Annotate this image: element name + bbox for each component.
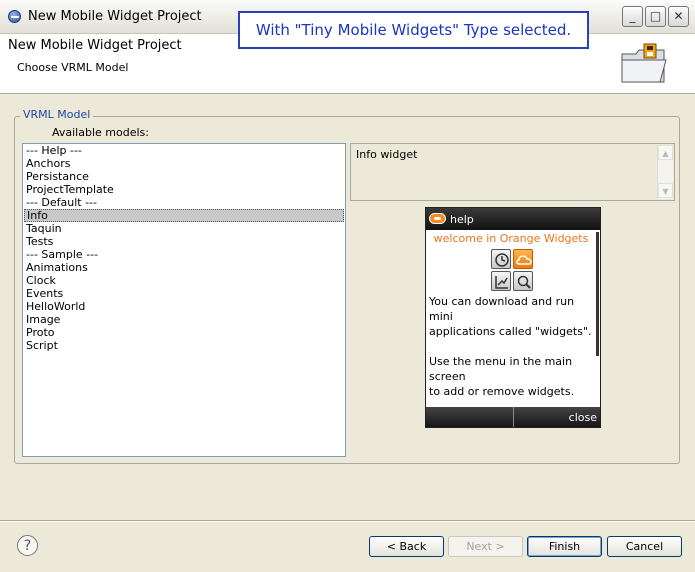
model-list-item[interactable]: Script [23,339,345,352]
model-list-item[interactable]: Clock [23,274,345,287]
preview-header-label: help [450,213,474,226]
back-button[interactable]: < Back [369,536,444,557]
next-button[interactable]: Next > [448,536,523,557]
preview-scrollbar [596,232,599,356]
close-window-button[interactable]: ✕ [668,6,689,27]
model-list-item[interactable]: ProjectTemplate [23,183,345,196]
preview-close-softkey: close [568,411,597,424]
help-icon[interactable]: ? [17,535,38,556]
folder-wizard-icon [621,43,667,83]
model-list-item[interactable]: Animations [23,261,345,274]
model-list-item[interactable]: Persistance [23,170,345,183]
group-title: VRML Model [20,108,94,121]
description-text: Info widget [356,148,418,161]
page-subtitle: Choose VRML Model [17,61,129,74]
orange-logo-icon [429,213,446,224]
description-scrollbar[interactable]: ▲ ▼ [657,145,673,199]
model-list-item[interactable]: Events [23,287,345,300]
footer-separator [0,520,695,522]
app-icon [8,10,21,23]
model-list-item[interactable]: Taquin [23,222,345,235]
minimize-button[interactable]: _ [622,6,643,27]
maximize-button[interactable]: □ [645,6,666,27]
clock-icon [491,249,511,269]
model-list-item[interactable]: Tests [23,235,345,248]
search-icon [513,271,533,291]
preview-softkey-bar: close [426,407,600,427]
model-list-item[interactable]: HelloWorld [23,300,345,313]
description-box: Info widget ▲ ▼ [350,143,675,201]
chart-icon [491,271,511,291]
page-title: New Mobile Widget Project [8,38,182,53]
cancel-button[interactable]: Cancel [607,536,682,557]
model-list-item[interactable]: Image [23,313,345,326]
model-list-item[interactable]: --- Help --- [23,144,345,157]
preview-welcome: welcome in Orange Widgets [433,232,589,245]
finish-button[interactable]: Finish [527,536,602,557]
widget-preview: help welcome in Orange Widgets You can d… [425,207,601,428]
softkey-divider [513,407,514,427]
model-list-item[interactable]: Anchors [23,157,345,170]
window-title: New Mobile Widget Project [28,9,202,24]
cloud-icon [513,249,533,269]
model-list-item[interactable]: --- Default --- [23,196,345,209]
model-list-item[interactable]: Info [24,209,344,222]
annotation-callout: With "Tiny Mobile Widgets" Type selected… [238,11,589,49]
model-list-item[interactable]: Proto [23,326,345,339]
preview-header: help [426,208,600,230]
scroll-up-arrow-icon[interactable]: ▲ [658,145,673,160]
scroll-down-arrow-icon[interactable]: ▼ [658,183,673,198]
available-models-label: Available models: [52,126,149,139]
model-list-item[interactable]: --- Sample --- [23,248,345,261]
model-list[interactable]: --- Help --- Anchors Persistance ProjectTem… [22,143,346,457]
